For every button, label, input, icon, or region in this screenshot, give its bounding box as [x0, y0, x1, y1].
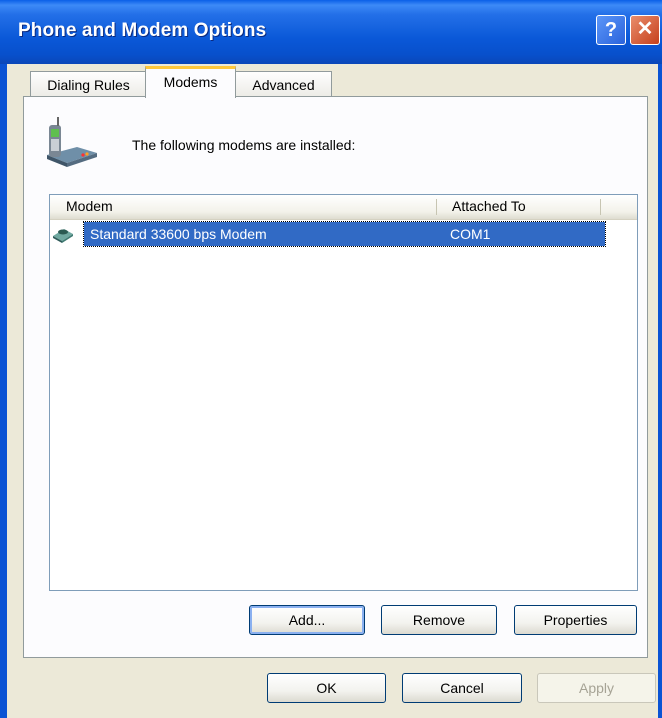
tab-advanced[interactable]: Advanced	[235, 71, 332, 97]
attached-to-cell: COM1	[450, 226, 491, 242]
close-icon: ✕	[636, 18, 654, 40]
column-header-attached-to[interactable]: Attached To	[452, 195, 526, 218]
title-bar[interactable]: Phone and Modem Options ? ✕	[0, 0, 662, 64]
window-border-left	[0, 64, 7, 718]
window-title: Phone and Modem Options	[18, 20, 267, 41]
column-divider[interactable]	[436, 199, 437, 215]
remove-button[interactable]: Remove	[381, 605, 497, 635]
modem-row[interactable]: Standard 33600 bps Modem COM1	[52, 221, 606, 247]
phone-modem-icon	[47, 117, 97, 167]
add-button[interactable]: Add...	[249, 605, 365, 635]
column-header-modem[interactable]: Modem	[66, 195, 113, 218]
window-border-right	[658, 64, 662, 718]
properties-button[interactable]: Properties	[514, 605, 637, 635]
modem-list[interactable]: Modem Attached To Standard 33600 bps Mod…	[49, 194, 638, 591]
column-divider[interactable]	[600, 199, 601, 215]
ok-button[interactable]: OK	[267, 673, 386, 703]
tab-dialing-rules[interactable]: Dialing Rules	[30, 71, 147, 97]
modems-tab-panel: The following modems are installed: Mode…	[23, 96, 648, 658]
modem-icon	[53, 229, 73, 243]
help-icon: ?	[604, 19, 618, 41]
cancel-button[interactable]: Cancel	[402, 673, 522, 703]
help-button[interactable]: ?	[596, 15, 626, 45]
phone-modem-options-window: Phone and Modem Options ? ✕ Dialing Rule…	[0, 0, 662, 718]
apply-button[interactable]: Apply	[537, 673, 656, 703]
modems-installed-label: The following modems are installed:	[132, 137, 356, 153]
close-button[interactable]: ✕	[630, 15, 660, 45]
modem-name-cell: Standard 33600 bps Modem	[90, 226, 267, 242]
tab-modems[interactable]: Modems	[145, 66, 236, 98]
list-header: Modem Attached To	[50, 195, 637, 220]
